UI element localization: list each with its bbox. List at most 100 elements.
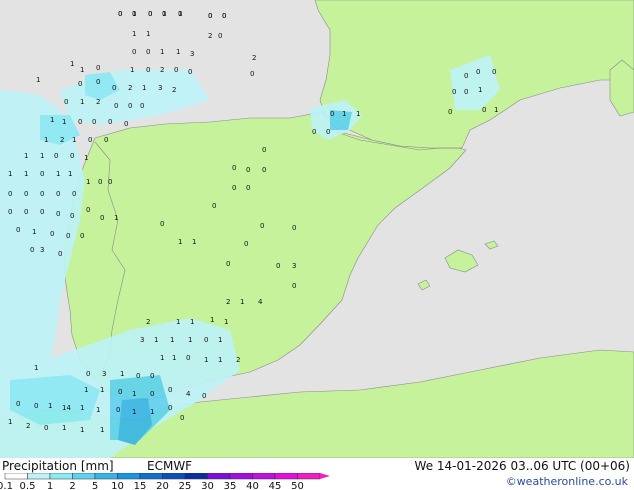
precip-value-label: 0 <box>250 70 254 78</box>
precip-value-label: 0 <box>292 224 296 232</box>
precip-value-label: 1 <box>178 238 182 246</box>
precip-value-label: 1 <box>62 118 66 126</box>
precip-value-label: 0 <box>40 208 44 216</box>
precip-value-label: 1 <box>8 170 12 178</box>
map-canvas: 0 0 0 1 0 0 01 1 2 00 0 1 1 3 21 0 2 0 0 011 00 2 1 3 21 0 00 1 2 0 0 0… <box>0 0 634 458</box>
precip-value-label: 1 <box>100 426 104 434</box>
precip-value-label: 0 <box>70 152 74 160</box>
precip-value-label: 2 <box>172 86 176 94</box>
scale-tick-label: 2 <box>69 481 75 490</box>
precip-value-label: 3 <box>190 50 194 58</box>
legend-title: Precipitation [mm] <box>2 459 114 473</box>
precip-value-label: 0 <box>80 232 84 240</box>
precip-value-label: 0 <box>208 12 212 20</box>
scale-overflow-arrow <box>320 473 330 479</box>
precip-value-label: 1 <box>176 48 180 56</box>
precip-value-label: 1 <box>8 418 12 426</box>
precip-value-label: 1 <box>96 406 100 414</box>
scale-swatch <box>252 473 276 480</box>
precip-value-label: 0 <box>108 178 112 186</box>
precip-value-label: 1 <box>44 136 48 144</box>
precip-value-label: 1 <box>218 336 222 344</box>
precip-value-label: 0 <box>132 48 136 56</box>
precip-value-label: 0 <box>58 250 62 258</box>
precip-value-label: 0 <box>118 388 122 396</box>
precipitation-map: 0001000112000113210200011002132100012000… <box>0 0 634 458</box>
precip-value-label: 0 <box>148 10 152 18</box>
precip-value-label: 0 <box>246 166 250 174</box>
precip-value-label: 0 <box>86 206 90 214</box>
precip-value-label: 3 <box>102 370 106 378</box>
precip-value-label: 0 <box>118 10 122 18</box>
precip-value-label: 2 <box>208 32 212 40</box>
precip-value-label: 0 <box>136 372 140 380</box>
precip-value-label: 2 <box>128 84 132 92</box>
precip-value-label: 3 <box>140 336 144 344</box>
precip-value-label: 0 <box>160 220 164 228</box>
precip-value-label: 0 <box>448 108 452 116</box>
precip-value-label: 1 <box>72 136 76 144</box>
scale-swatch <box>4 473 28 480</box>
precip-value-label: 0 <box>452 88 456 96</box>
scale-tick-label: 30 <box>201 481 214 490</box>
precip-value-label: 1 <box>50 116 54 124</box>
precip-value-label: 1 <box>24 170 28 178</box>
precip-value-label: 0 <box>112 84 116 92</box>
precip-value-label: 0 <box>16 226 20 234</box>
precip-value-label: 0 <box>140 102 144 110</box>
precip-value-label: 0 <box>30 246 34 254</box>
precip-value-label: 1 <box>130 66 134 74</box>
precip-value-label: 4 <box>186 390 191 398</box>
precip-value-label: 0 <box>56 190 60 198</box>
precip-value-label: 1 <box>80 426 84 434</box>
scale-tick-label: 20 <box>156 481 169 490</box>
precip-value-label: 0 <box>8 190 12 198</box>
precip-value-label: 2 <box>160 66 164 74</box>
precip-value-label: 1 <box>70 60 74 68</box>
precip-value-label: 1 <box>342 110 346 118</box>
precip-value-label: 1 <box>100 386 104 394</box>
precip-value-label: 1 <box>48 402 52 410</box>
precip-value-label: 0 <box>16 400 20 408</box>
precip-value-label: 0 <box>72 190 76 198</box>
precip-value-label: 1 <box>36 76 40 84</box>
precip-value-label: 0 <box>476 68 480 76</box>
scale-swatch <box>207 473 231 480</box>
precip-value-label: 0 <box>188 68 192 76</box>
scale-swatch <box>162 473 186 480</box>
precip-value-label: 0 <box>226 260 230 268</box>
precip-value-label: 1 <box>478 86 482 94</box>
precip-value-label: 2 <box>60 136 64 144</box>
precip-value-label: 1 <box>80 98 84 106</box>
legend-bar: Precipitation [mm] ECMWF We 14-01-2026 0… <box>0 458 634 490</box>
precip-value-label: 0 <box>54 152 58 160</box>
precip-value-label: 1 <box>160 48 164 56</box>
precip-value-label: 1 <box>80 66 84 74</box>
precip-value-label: 1 <box>204 356 208 364</box>
precip-value-label: 2 <box>226 298 230 306</box>
precip-value-label: 14 <box>62 404 71 412</box>
precip-value-label: 0 <box>222 12 226 20</box>
precip-value-label: 1 <box>86 178 90 186</box>
model-name: ECMWF <box>147 459 193 473</box>
scale-swatch <box>49 473 73 480</box>
scale-tick-label: 40 <box>246 481 259 490</box>
precip-value-label: 2 <box>96 98 100 106</box>
precip-value-label: 1 <box>172 354 176 362</box>
precip-value-label: 1 <box>146 30 150 38</box>
precip-value-label: 0 <box>168 404 172 412</box>
scale-swatch <box>184 473 208 480</box>
precip-value-label: 0 <box>162 10 166 18</box>
precip-value-label: 1 <box>32 228 36 236</box>
scale-tick-label: 35 <box>224 481 237 490</box>
scale-swatch <box>72 473 96 480</box>
precip-value-label: 0 <box>232 184 236 192</box>
precip-value-label: 0 <box>96 64 100 72</box>
precip-value-label: 0 <box>150 390 154 398</box>
scale-tick-label: 0.1 <box>0 481 13 490</box>
precip-value-label: 1 <box>114 214 118 222</box>
precip-value-label: 0 <box>8 208 12 216</box>
run-time: We 14-01-2026 03..06 UTC (00+06) <box>414 459 630 473</box>
precip-value-label: 1 <box>176 318 180 326</box>
site-credit[interactable]: ©weatheronline.co.uk <box>506 475 628 488</box>
